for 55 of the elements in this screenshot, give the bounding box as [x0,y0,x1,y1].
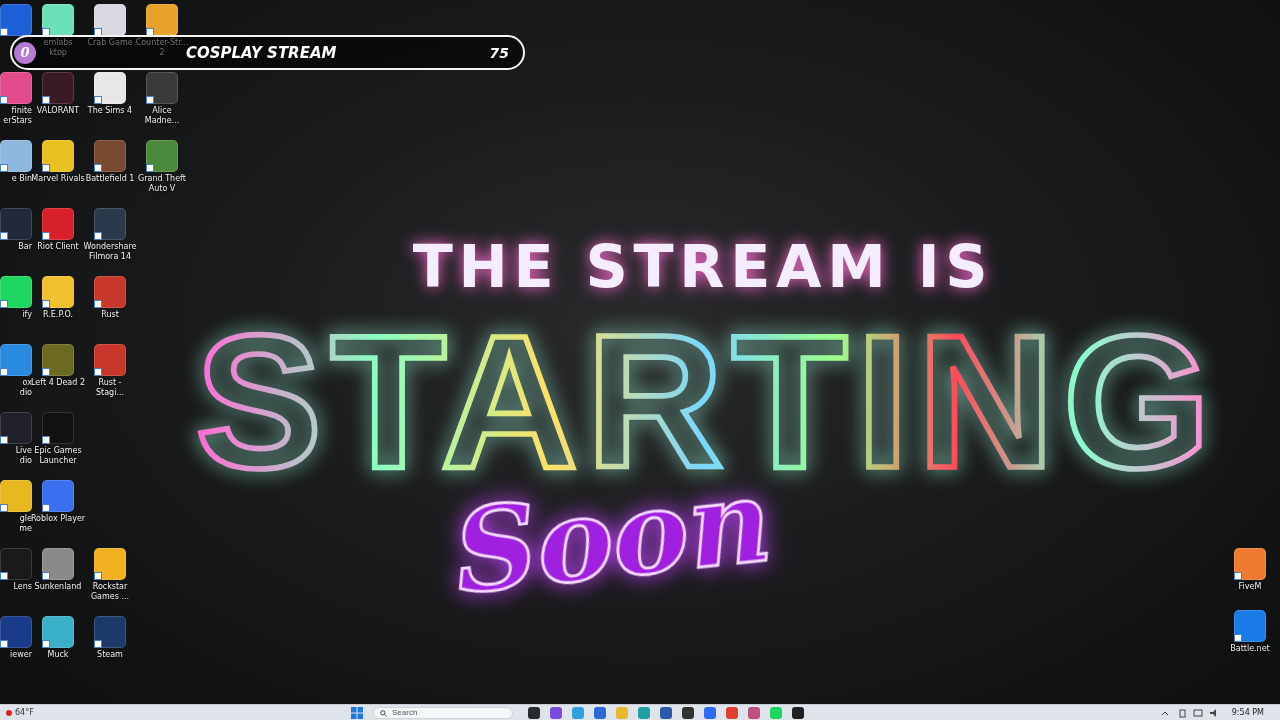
app-icon[interactable] [146,72,178,104]
icon-label: Rockstar Games ... [90,582,130,602]
icon-label: Marvel Rivals [31,174,85,184]
icon-label: Crab Game [87,38,133,48]
app-icon[interactable] [42,72,74,104]
weather-icon[interactable] [6,709,12,716]
app-icon[interactable] [94,344,126,376]
headline-text: THE STREAM IS [412,231,994,301]
clock[interactable]: 9:54 PM [1231,708,1264,717]
app-icon[interactable] [94,616,126,648]
icon-label: Left 4 Dead 2 [31,378,85,388]
icon-label: Muck [47,650,69,660]
icon-label: ox dio [19,378,32,398]
icon-label: e Bin [11,174,32,184]
icon-label: gle me [19,514,32,534]
app-icon[interactable] [0,548,32,580]
app-icon[interactable] [42,344,74,376]
icon-label: Battle.net [1230,644,1270,654]
icon-label: Battlefield 1 [85,174,135,184]
app-icon[interactable] [94,140,126,172]
search-field[interactable]: Search [373,706,513,719]
app-icon[interactable] [42,412,74,444]
taskbar-app-icon[interactable] [682,706,694,719]
temperature[interactable]: 64°F [15,708,34,717]
icon-label: VALORANT [36,106,80,116]
app-icon[interactable] [0,208,32,240]
app-icon[interactable] [94,208,126,240]
goal-count: 75 [489,44,509,61]
icon-label: Riot Client [37,242,79,252]
icon-label: ify [22,310,32,320]
icon-label: iewer [10,650,32,660]
icon-label: Live dio [15,446,32,466]
icon-label: Lens [13,582,32,592]
icon-label: Rust - Stagi... [95,378,124,398]
icon-label: The Sims 4 [87,106,133,116]
app-icon[interactable] [0,616,32,648]
icon-label: Rust [101,310,119,320]
icon-label: Sunkenland [34,582,82,592]
icon-label: Grand Theft Auto V [138,174,186,194]
app-icon[interactable] [94,276,126,308]
app-icon[interactable] [42,208,74,240]
app-icon[interactable] [0,412,32,444]
icon-label: Bar [18,242,32,252]
icon-label: Wondershare Filmora 14 [83,242,137,262]
icon-label: Steam [97,650,123,660]
icon-label: FiveM [1238,582,1262,592]
windows-logo-icon[interactable] [351,706,363,719]
count-badge: 0 [14,41,36,64]
icon-label: finite erStars [3,106,32,126]
icon-label: R.E.P.O. [42,310,74,320]
taskbar-app-icon[interactable] [792,706,804,719]
icon-label: emlabs ktop [43,38,73,58]
icon-label: Epic Games Launcher [34,446,82,466]
icon-label: Alice Madne... [144,106,180,126]
taskbar-app-icon[interactable] [528,706,540,719]
